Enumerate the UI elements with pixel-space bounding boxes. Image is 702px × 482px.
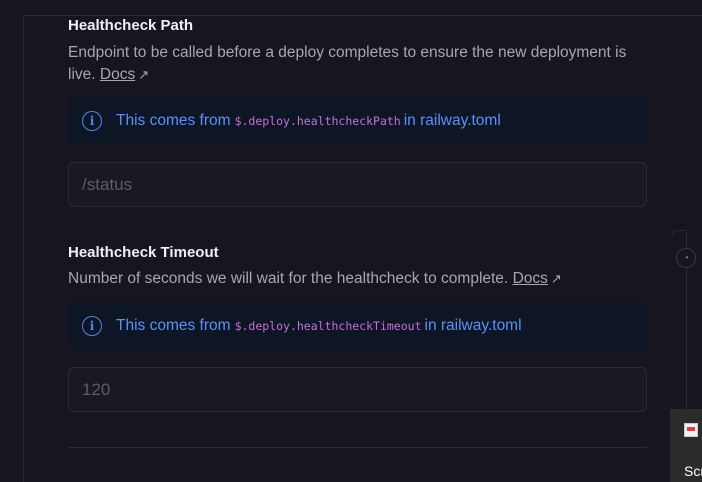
- history-icon[interactable]: ◔: [676, 248, 696, 268]
- info-prefix: This comes from: [116, 316, 231, 334]
- taskbar-label: Scr: [684, 463, 702, 479]
- info-suffix: in railway.toml: [403, 111, 501, 129]
- docs-link[interactable]: Docs: [513, 270, 548, 287]
- info-config-path: $.deploy.healthcheckPath: [234, 113, 401, 128]
- section-title: Healthcheck Timeout: [68, 244, 219, 261]
- left-timeline-rail: [23, 15, 24, 482]
- healthcheck-timeout-info: i This comes from $.deploy.healthcheckTim…: [68, 302, 647, 349]
- info-config-path: $.deploy.healthcheckTimeout: [234, 318, 422, 333]
- section-description: Number of seconds we will wait for the h…: [68, 268, 647, 290]
- info-icon: i: [82, 315, 102, 336]
- section-title: Healthcheck Path: [68, 17, 194, 34]
- section-description: Endpoint to be called before a deploy co…: [68, 42, 647, 86]
- docs-link[interactable]: Docs: [100, 66, 135, 83]
- description-text: Endpoint to be called before a deploy co…: [68, 44, 627, 83]
- description-text: Number of seconds we will wait for the h…: [68, 270, 509, 287]
- info-suffix: in railway.toml: [424, 316, 522, 334]
- taskbar-thumbnail[interactable]: Scr: [670, 409, 702, 482]
- info-icon: i: [82, 110, 102, 131]
- healthcheck-timeout-section: Healthcheck Timeout Number of seconds we…: [68, 244, 647, 290]
- info-callout: i This comes from $.deploy.healthcheckTim…: [68, 302, 647, 349]
- external-link-icon: ↗: [138, 67, 150, 82]
- healthcheck-timeout-field: [68, 367, 647, 412]
- info-text: This comes from $.deploy.healthcheckTimeo…: [116, 317, 522, 335]
- healthcheck-path-section: Healthcheck Path Endpoint to be called b…: [68, 17, 647, 86]
- info-prefix: This comes from: [116, 111, 231, 129]
- top-divider: [24, 15, 702, 16]
- app-icon: [684, 423, 698, 437]
- external-link-icon: ↗: [550, 271, 562, 286]
- section-divider: [68, 447, 647, 448]
- healthcheck-path-input[interactable]: [68, 162, 647, 207]
- info-callout: i This comes from $.deploy.healthcheckPat…: [68, 97, 647, 144]
- healthcheck-timeout-input[interactable]: [68, 367, 647, 412]
- healthcheck-path-field: [68, 162, 647, 207]
- healthcheck-path-info: i This comes from $.deploy.healthcheckPat…: [68, 97, 647, 144]
- right-rail-cap: [672, 230, 686, 236]
- info-text: This comes from $.deploy.healthcheckPath i…: [116, 112, 501, 130]
